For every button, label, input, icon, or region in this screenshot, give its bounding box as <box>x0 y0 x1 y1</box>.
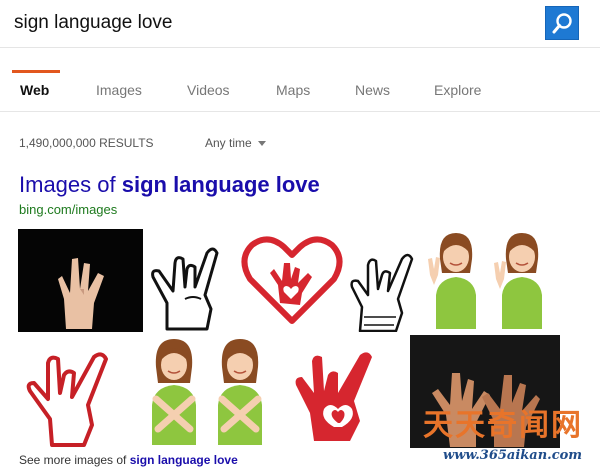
search-icon <box>552 13 572 34</box>
search-button[interactable] <box>545 6 579 40</box>
tab-web[interactable]: Web <box>20 82 49 98</box>
image-thumbnail-photo-hand[interactable] <box>18 229 143 332</box>
see-more-prefix: See more images of <box>19 453 127 467</box>
search-input[interactable] <box>14 8 534 38</box>
image-thumbnail-girl-signing-1[interactable] <box>422 229 488 332</box>
images-title-query: sign language love <box>121 172 320 197</box>
tab-images[interactable]: Images <box>96 82 142 98</box>
heart-hand-image <box>241 236 343 324</box>
image-thumbnail-heart-hand[interactable] <box>238 229 346 332</box>
tab-news[interactable]: News <box>355 82 390 98</box>
tab-videos[interactable]: Videos <box>187 82 230 98</box>
tab-explore[interactable]: Explore <box>434 82 481 98</box>
image-thumbnail-girl-signing-2[interactable] <box>488 229 554 332</box>
image-thumbnail-red-outline-hand[interactable] <box>18 335 130 448</box>
active-tab-indicator <box>12 70 60 73</box>
red-heart-hand-image <box>295 352 372 441</box>
tab-maps[interactable]: Maps <box>276 82 310 98</box>
image-thumbnail-hand-sketch[interactable] <box>346 229 422 332</box>
see-more-query: sign language love <box>129 453 238 467</box>
see-more-images-link[interactable]: See more images of sign language love <box>19 453 238 467</box>
scope-tabs: Web Images Videos Maps News Explore <box>0 70 600 112</box>
hand-sketch-image <box>350 253 414 332</box>
images-section-title[interactable]: Images of sign language love <box>19 172 320 198</box>
watermark-logo-text: 天天奇闻网 <box>423 408 583 443</box>
time-filter-label: Any time <box>205 136 252 150</box>
images-title-prefix: Images of <box>19 172 116 197</box>
image-thumbnail-girl-arms-crossed-1[interactable] <box>142 335 208 448</box>
time-filter-dropdown[interactable]: Any time <box>205 136 266 150</box>
image-thumbnail-hand-outline[interactable] <box>145 229 237 332</box>
girl-arms-crossed-image <box>152 339 196 445</box>
chevron-down-icon <box>257 141 266 147</box>
watermark-url: www.365aikan.com <box>443 448 583 463</box>
search-bar <box>0 0 600 48</box>
girl-signing-image <box>428 233 476 329</box>
image-thumbnail-red-heart-hand[interactable] <box>290 335 394 448</box>
red-outline-hand-image <box>26 352 108 447</box>
hand-photo-image <box>18 229 143 332</box>
results-count: 1,490,000,000 RESULTS <box>19 136 154 150</box>
hand-outline-image <box>151 247 219 331</box>
girl-arms-crossed-image <box>218 339 262 445</box>
site-watermark: 天天奇闻网 www.365aikan.com <box>415 400 600 468</box>
girl-signing-image <box>494 233 542 329</box>
images-source-url: bing.com/images <box>19 202 118 217</box>
image-thumbnail-girl-arms-crossed-2[interactable] <box>208 335 274 448</box>
